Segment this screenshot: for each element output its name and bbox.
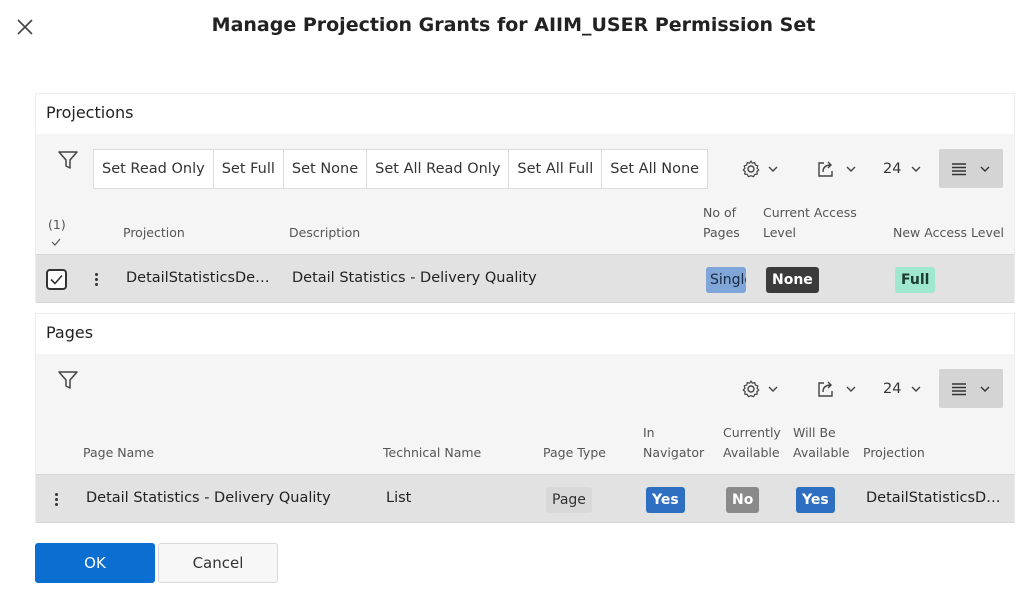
chevron-down-icon bbox=[980, 386, 990, 392]
filter-icon[interactable] bbox=[56, 148, 80, 172]
column-current-access-line2: Level bbox=[763, 225, 796, 240]
column-projection[interactable]: Projection bbox=[863, 443, 925, 463]
export-icon bbox=[818, 381, 833, 397]
chevron-down-icon bbox=[768, 386, 778, 392]
cell-projection: DetailStatisticsDeliveryQuality bbox=[866, 490, 1006, 506]
badge-will-be-available: Yes bbox=[796, 487, 835, 513]
gear-icon bbox=[742, 380, 760, 398]
page-size-select[interactable]: 24 bbox=[883, 149, 924, 189]
settings-menu-button[interactable] bbox=[741, 149, 783, 189]
view-mode-button[interactable] bbox=[939, 369, 1003, 408]
pages-heading: Pages bbox=[36, 314, 1014, 354]
set-all-full-button[interactable]: Set All Full bbox=[509, 150, 603, 188]
column-no-of-pages[interactable]: No of Pages bbox=[703, 203, 740, 243]
row-menu-kebab-icon[interactable] bbox=[51, 491, 61, 509]
column-no-of-pages-line2: Pages bbox=[703, 225, 740, 240]
set-read-only-button[interactable]: Set Read Only bbox=[94, 150, 214, 188]
badge-no-of-pages: Single bbox=[706, 267, 746, 293]
settings-menu-button[interactable] bbox=[741, 369, 783, 409]
list-view-icon bbox=[952, 382, 966, 395]
column-will-be-available-line2: Available bbox=[793, 445, 850, 460]
column-technical-name[interactable]: Technical Name bbox=[383, 443, 481, 463]
projections-toolbar: Set Read Only Set Full Set None Set All … bbox=[36, 134, 1014, 189]
cell-description: Detail Statistics - Delivery Quality bbox=[292, 270, 537, 286]
pages-panel: Pages 24 Page Name Technical Name Page T… bbox=[35, 313, 1015, 523]
page-size-value: 24 bbox=[883, 161, 902, 177]
chevron-down-icon bbox=[911, 166, 921, 172]
chevron-down-icon bbox=[911, 386, 921, 392]
set-full-button[interactable]: Set Full bbox=[214, 150, 284, 188]
export-menu-button[interactable] bbox=[816, 149, 862, 189]
row-checkbox[interactable] bbox=[46, 269, 67, 290]
set-all-none-button[interactable]: Set All None bbox=[602, 150, 707, 188]
projections-panel: Projections Set Read Only Set Full Set N… bbox=[35, 93, 1015, 303]
page-size-select[interactable]: 24 bbox=[883, 369, 924, 409]
cell-technical-name: List bbox=[386, 490, 412, 506]
list-view-icon bbox=[952, 162, 966, 175]
chevron-down-icon bbox=[846, 166, 856, 172]
chevron-down-icon bbox=[980, 166, 990, 172]
checkmark-icon[interactable] bbox=[51, 238, 61, 246]
selection-count: (1) bbox=[48, 217, 66, 232]
page-size-value: 24 bbox=[883, 381, 902, 397]
column-new-access-level[interactable]: New Access Level bbox=[893, 223, 1004, 243]
cancel-button[interactable]: Cancel bbox=[158, 543, 278, 583]
pages-toolbar: 24 bbox=[36, 354, 1014, 408]
export-icon bbox=[818, 161, 833, 177]
column-will-be-available-line1: Will Be bbox=[793, 425, 836, 440]
badge-currently-available: No bbox=[726, 487, 760, 513]
column-in-navigator-line2: Navigator bbox=[643, 445, 705, 460]
cell-projection: DetailStatisticsDeliveryQuality bbox=[126, 270, 272, 286]
set-all-read-only-button[interactable]: Set All Read Only bbox=[367, 150, 510, 188]
column-in-navigator[interactable]: In Navigator bbox=[643, 423, 704, 463]
checkmark-icon bbox=[50, 274, 63, 285]
column-current-access-level[interactable]: Current Access Level bbox=[763, 203, 857, 243]
column-page-name[interactable]: Page Name bbox=[83, 443, 154, 463]
column-will-be-available[interactable]: Will Be Available bbox=[793, 423, 850, 463]
column-projection[interactable]: Projection bbox=[123, 223, 185, 243]
set-none-button[interactable]: Set None bbox=[284, 150, 368, 188]
gear-icon bbox=[742, 160, 760, 178]
column-currently-available[interactable]: Currently Available bbox=[723, 423, 781, 463]
column-no-of-pages-line1: No of bbox=[703, 205, 737, 220]
column-currently-available-line2: Available bbox=[723, 445, 780, 460]
projection-action-buttons: Set Read Only Set Full Set None Set All … bbox=[93, 149, 709, 189]
projections-heading: Projections bbox=[36, 94, 1014, 134]
badge-current-access: None bbox=[766, 267, 819, 293]
column-in-navigator-line1: In bbox=[643, 425, 655, 440]
chevron-down-icon bbox=[846, 386, 856, 392]
badge-in-navigator: Yes bbox=[646, 487, 685, 513]
row-menu-kebab-icon[interactable] bbox=[91, 271, 101, 289]
view-mode-button[interactable] bbox=[939, 149, 1003, 188]
dialog-title: Manage Projection Grants for AIIM_USER P… bbox=[211, 14, 816, 36]
table-row[interactable]: Detail Statistics - Delivery Quality Lis… bbox=[36, 474, 1014, 523]
chevron-down-icon bbox=[768, 166, 778, 172]
badge-new-access: Full bbox=[895, 267, 936, 293]
badge-page-type: Page bbox=[546, 487, 592, 513]
column-currently-available-line1: Currently bbox=[723, 425, 781, 440]
column-description[interactable]: Description bbox=[289, 223, 360, 243]
column-page-type[interactable]: Page Type bbox=[543, 443, 606, 463]
table-row[interactable]: DetailStatisticsDeliveryQuality Detail S… bbox=[36, 254, 1014, 303]
cell-page-name: Detail Statistics - Delivery Quality bbox=[86, 490, 331, 506]
ok-button[interactable]: OK bbox=[35, 543, 155, 583]
column-current-access-line1: Current Access bbox=[763, 205, 857, 220]
filter-icon[interactable] bbox=[56, 368, 80, 392]
export-menu-button[interactable] bbox=[816, 369, 862, 409]
